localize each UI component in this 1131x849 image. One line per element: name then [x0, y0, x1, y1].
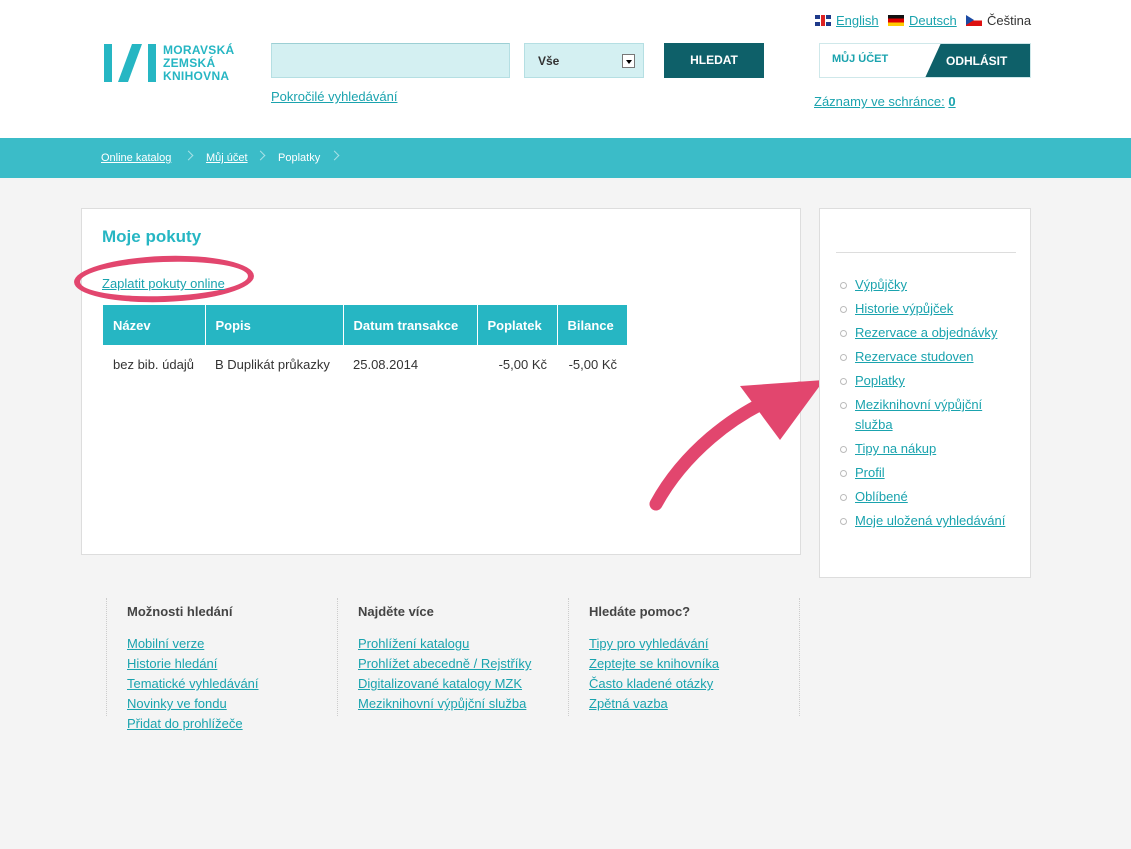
fines-table: Název Popis Datum transakce Poplatek Bil…	[103, 305, 627, 383]
footer-link[interactable]: Přidat do prohlížeče	[127, 714, 338, 734]
arrow-annotation-icon	[649, 380, 824, 511]
footer-link[interactable]: Digitalizované katalogy MZK	[358, 674, 569, 694]
lang-deutsch-label[interactable]: Deutsch	[909, 13, 957, 28]
col-header-nazev: Název	[103, 305, 206, 345]
sidebar-item-ulozena-vyhledavani[interactable]: Moje uložená vyhledávání	[840, 511, 1020, 531]
footer-col-help: Hledáte pomoc? Tipy pro vyhledávání Zept…	[568, 598, 800, 716]
logo-text: MORAVSKÁ ZEMSKÁ KNIHOVNA	[163, 44, 235, 83]
cell-popis: B Duplikát průkazky	[215, 356, 330, 372]
sidebar-item-label[interactable]: Rezervace studoven	[855, 349, 974, 364]
logo-mark-icon	[104, 44, 156, 82]
col-header-poplatek: Poplatek	[477, 305, 558, 345]
sidebar-menu: Výpůjčky Historie výpůjček Rezervace a o…	[840, 275, 1020, 535]
logout-label[interactable]: ODHLÁSIT	[946, 54, 1007, 68]
footer-link[interactable]: Zeptejte se knihovníka	[589, 654, 799, 674]
sidebar-item-historie-vypujcek[interactable]: Historie výpůjček	[840, 299, 1020, 319]
lang-cestina-label: Čeština	[987, 13, 1032, 28]
header: MORAVSKÁ ZEMSKÁ KNIHOVNA Vše HLEDAT Pokr…	[0, 0, 1131, 138]
search-scope-value: Vše	[538, 54, 560, 68]
account-sidebar: Výpůjčky Historie výpůjček Rezervace a o…	[819, 208, 1031, 578]
chevron-right-icon	[329, 150, 340, 161]
sidebar-item-rezervace-objednavky[interactable]: Rezervace a objednávky	[840, 323, 1020, 343]
sidebar-item-label[interactable]: Oblíbené	[855, 489, 908, 504]
uk-flag-icon	[815, 15, 831, 26]
sidebar-item-oblibene[interactable]: Oblíbené	[840, 487, 1020, 507]
sidebar-item-label[interactable]: Rezervace a objednávky	[855, 325, 997, 340]
footer-link[interactable]: Zpětná vazba	[589, 694, 799, 714]
pay-fines-online-link[interactable]: Zaplatit pokuty online	[102, 276, 225, 291]
lang-cestina: Čeština	[966, 13, 1031, 28]
cell-bilance: -5,00 Kč	[568, 356, 617, 372]
breadcrumb-muj-ucet[interactable]: Můj účet	[206, 152, 248, 164]
lang-deutsch[interactable]: Deutsch	[888, 13, 957, 28]
sidebar-item-label[interactable]: Meziknihovní výpůjční služba	[855, 397, 982, 432]
sidebar-divider	[836, 252, 1016, 253]
cell-datum: 25.08.2014	[353, 356, 419, 372]
col-header-datum: Datum transakce	[343, 305, 478, 345]
breadcrumb-online-katalog[interactable]: Online katalog	[101, 152, 171, 164]
sidebar-item-label[interactable]: Historie výpůjček	[855, 301, 953, 316]
page-title: Moje pokuty	[102, 227, 202, 246]
cart-count[interactable]: 0	[948, 94, 955, 109]
sidebar-item-tipy-na-nakup[interactable]: Tipy na nákup	[840, 439, 1020, 459]
advanced-search-link[interactable]: Pokročilé vyhledávání	[271, 89, 397, 104]
table-row: bez bib. údajů B Duplikát průkazky 25.08…	[103, 345, 627, 383]
footer-link[interactable]: Prohlížet abecedně / Rejstříky	[358, 654, 569, 674]
logo[interactable]: MORAVSKÁ ZEMSKÁ KNIHOVNA	[104, 43, 244, 85]
footer-col-find-more: Najděte více Prohlížení katalogu Prohlíž…	[337, 598, 569, 716]
sidebar-item-meziknihovni[interactable]: Meziknihovní výpůjční služba	[840, 395, 1020, 435]
breadcrumb: Online katalog Můj účet Poplatky	[0, 138, 1131, 178]
cell-poplatek: -5,00 Kč	[498, 356, 547, 372]
chevron-down-icon	[622, 54, 635, 68]
logo-line-3: KNIHOVNA	[163, 69, 230, 83]
cart-link[interactable]: Záznamy ve schránce: 0	[814, 94, 956, 109]
table-header-row: Název Popis Datum transakce Poplatek Bil…	[103, 305, 627, 345]
search-input[interactable]	[271, 43, 510, 78]
search-button[interactable]: HLEDAT	[664, 43, 764, 78]
footer-col-title: Možnosti hledání	[127, 604, 233, 619]
footer-link[interactable]: Často kladené otázky	[589, 674, 799, 694]
sidebar-item-label[interactable]: Profil	[855, 465, 885, 480]
footer-col-title: Najděte více	[358, 604, 434, 619]
footer-link[interactable]: Meziknihovní výpůjční služba	[358, 694, 569, 714]
footer-link[interactable]: Tipy pro vyhledávání	[589, 634, 799, 654]
footer-link[interactable]: Novinky ve fondu	[127, 694, 338, 714]
my-account-link[interactable]: MŮJ ÚČET	[832, 53, 888, 65]
chevron-right-icon	[183, 150, 194, 161]
sidebar-item-poplatky[interactable]: Poplatky	[840, 371, 1020, 391]
cart-label[interactable]: Záznamy ve schránce:	[814, 94, 945, 109]
footer-link[interactable]: Historie hledání	[127, 654, 338, 674]
account-box: MŮJ ÚČET ODHLÁSIT	[819, 43, 1031, 78]
sidebar-item-label[interactable]: Výpůjčky	[855, 277, 907, 292]
sidebar-item-label[interactable]: Tipy na nákup	[855, 441, 936, 456]
lang-english[interactable]: English	[815, 13, 879, 28]
footer-link[interactable]: Prohlížení katalogu	[358, 634, 569, 654]
chevron-right-icon	[255, 150, 266, 161]
col-header-bilance: Bilance	[557, 305, 627, 345]
sidebar-item-label[interactable]: Moje uložená vyhledávání	[855, 513, 1005, 528]
cell-nazev: bez bib. údajů	[113, 356, 194, 372]
lang-english-label[interactable]: English	[836, 13, 879, 28]
footer-col-search-options: Možnosti hledání Mobilní verze Historie …	[106, 598, 338, 731]
de-flag-icon	[888, 15, 904, 26]
cz-flag-icon	[966, 15, 982, 26]
col-header-popis: Popis	[205, 305, 344, 345]
sidebar-item-label[interactable]: Poplatky	[855, 373, 905, 388]
breadcrumb-poplatky: Poplatky	[278, 152, 321, 164]
footer-link[interactable]: Tematické vyhledávání	[127, 674, 338, 694]
sidebar-item-rezervace-studoven[interactable]: Rezervace studoven	[840, 347, 1020, 367]
search-scope-select[interactable]: Vše	[524, 43, 644, 78]
sidebar-item-vypujcky[interactable]: Výpůjčky	[840, 275, 1020, 295]
sidebar-item-profil[interactable]: Profil	[840, 463, 1020, 483]
footer-col-title: Hledáte pomoc?	[589, 604, 691, 619]
footer-link[interactable]: Mobilní verze	[127, 634, 338, 654]
